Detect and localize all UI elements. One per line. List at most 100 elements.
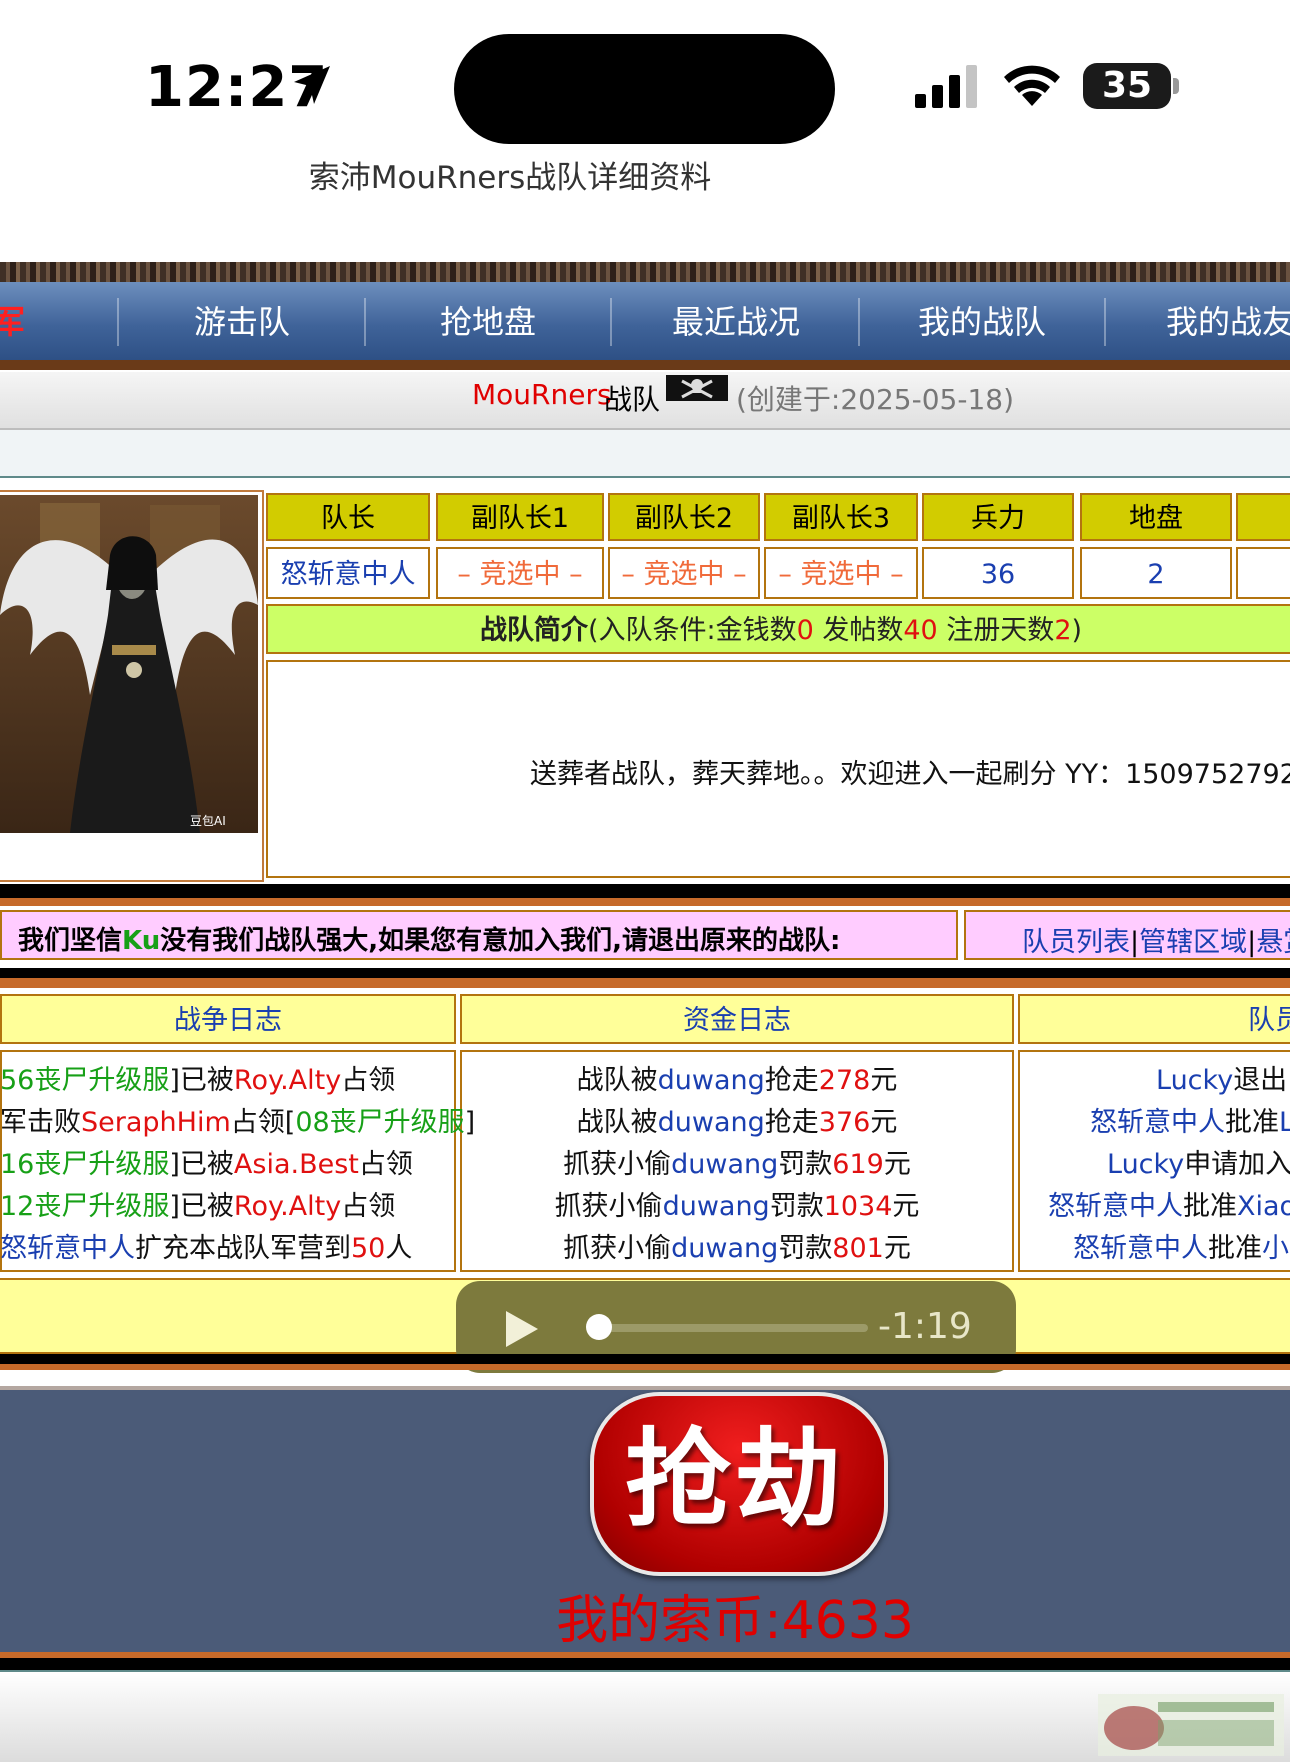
war-log-header[interactable]: 战争日志 [0,994,456,1044]
log-territory-link[interactable]: 12丧尸升级服 [0,1191,169,1222]
intro-posts: 40 [903,615,938,646]
link-bounty[interactable]: 悬赏 [1256,927,1290,958]
recruit-prefix: 我们坚信 [18,926,123,956]
log-text: 罚款 [769,1191,824,1222]
log-text: 罚款 [778,1233,833,1264]
nav-item-my-comrades[interactable]: 我的战友 [1108,282,1290,362]
log-text: 占领 [341,1065,396,1096]
log-territory-link[interactable]: 08丧尸升级服 [295,1107,464,1138]
log-territory-link[interactable]: 56丧尸升级服 [0,1065,169,1096]
log-user-link[interactable]: duwang [658,1107,765,1138]
fund-log-line: 抓获小偷duwang罚款619元 [460,1142,1014,1181]
audio-scrubber[interactable] [592,1324,868,1332]
battery-nub [1173,78,1179,94]
fund-log-line: 抓获小偷duwang罚款1034元 [460,1184,1014,1223]
log-user-link[interactable]: Lucky [1107,1149,1184,1180]
team-word: 战队 [604,383,661,416]
log-text: 批准 [1208,1233,1262,1264]
log-user-link[interactable]: duwang [658,1065,765,1096]
intro-posts-label: 发帖数 [813,615,904,646]
intro-label: 战队简介 [479,615,588,646]
team-created-date: (创建于:2025-05-18) [736,383,1015,416]
vice-captain-3-status: – 竞选中 – [764,547,918,599]
log-text: 军击败 [0,1107,81,1138]
log-text: 人 [385,1233,413,1264]
nav-separator [1104,298,1106,346]
log-text: ]已被 [169,1065,234,1096]
member-log-header[interactable]: 队员 [1018,994,1290,1044]
divider [0,884,1290,898]
log-user-link[interactable]: L [1279,1107,1290,1138]
play-icon[interactable] [502,1308,542,1350]
log-text: 元 [870,1107,898,1138]
header-troops: 兵力 [922,493,1074,541]
link-separator: | [1247,927,1257,958]
nav-item-my-team[interactable]: 我的战队 [862,282,1102,362]
divider [0,898,1290,906]
log-user-link[interactable]: Asia.Best [234,1149,359,1180]
log-text: 占领 [358,1149,413,1180]
intro-cond-suffix: ) [1071,615,1083,646]
log-user-link[interactable]: Lucky [1156,1065,1233,1096]
link-member-list[interactable]: 队员列表 [1022,927,1130,958]
header-vice-captain-1: 副队长1 [436,493,604,541]
divider [0,1364,1290,1370]
log-user-link[interactable]: Xiao [1237,1191,1290,1222]
svg-text:豆包AI: 豆包AI [190,814,226,828]
war-log-line: 军击败SeraphHim占领[08丧尸升级服] [0,1100,475,1139]
war-log-line: 怒斩意中人扩充本战队军营到50人 [0,1226,412,1265]
battery-level: 35 [1101,65,1153,106]
member-log-line: 怒斩意中人批准L [1090,1100,1290,1139]
recruit-suffix: 没有我们战队强大,如果您有意加入我们,请退出原来的战队: [160,926,841,956]
log-user-link[interactable]: 小 [1262,1233,1289,1264]
captain-name-link[interactable]: 怒斩意中人 [266,547,430,599]
nav-item-recent-battles[interactable]: 最近战况 [614,282,858,362]
rob-button-label[interactable]: 抢劫 [590,1400,880,1560]
intro-cond-prefix: (入队条件:金钱数 [587,615,797,646]
my-coins: 我的索币:4633 [556,1591,914,1651]
log-text: 批准 [1225,1107,1279,1138]
log-text: 战队被 [576,1065,658,1096]
spacer-strip [0,430,1290,478]
nav-item-guerrilla[interactable]: 游击队 [122,282,362,362]
log-amount: 801 [832,1233,884,1264]
fund-log-header[interactable]: 资金日志 [460,994,1014,1044]
team-avatar-angel-image: 豆包AI [0,495,258,833]
wifi-icon [1004,65,1060,106]
divider [0,1658,1290,1670]
log-user-link[interactable]: 怒斩意中人 [1073,1233,1208,1264]
link-separator: | [1130,927,1140,958]
team-name: MouRners [472,378,612,411]
status-bar: 12:27 35 [0,0,1290,150]
log-user-link[interactable]: 怒斩意中人 [0,1233,135,1264]
audio-scrubber-knob[interactable] [586,1314,612,1340]
link-jurisdiction[interactable]: 管辖区域 [1139,927,1247,958]
location-arrow-icon [294,66,330,104]
log-user-link[interactable]: Roy.Alty [234,1191,341,1222]
intro-header: 战队简介(入队条件:金钱数0 发帖数40 注册天数2) [266,604,1290,654]
audio-time-remaining: -1:19 [878,1306,972,1347]
log-text: 元 [870,1065,898,1096]
member-log-line: 怒斩意中人批准Xiao [1048,1184,1290,1223]
footer [0,1670,1290,1762]
log-text: 抓获小偷 [563,1149,672,1180]
log-text: 战队被 [576,1107,658,1138]
log-number: 50 [351,1233,386,1264]
nav-item-champion[interactable]: 冠军 [0,282,46,362]
log-territory-link[interactable]: 16丧尸升级服 [0,1149,169,1180]
nav-item-grab-territory[interactable]: 抢地盘 [368,282,608,362]
log-user-link[interactable]: duwang [671,1233,778,1264]
log-text: 扩充本战队军营到 [135,1233,351,1264]
nav-separator [364,298,366,346]
log-user-link[interactable]: Roy.Alty [234,1065,341,1096]
log-user-link[interactable]: 怒斩意中人 [1048,1191,1183,1222]
log-user-link[interactable]: 怒斩意中人 [1090,1107,1225,1138]
log-user-link[interactable]: SeraphHim [81,1107,231,1138]
nav-texture [0,262,1290,282]
page-title: 索沛MouRners战队详细资料 [308,160,712,196]
log-user-link[interactable]: duwang [663,1191,770,1222]
intro-days: 2 [1054,615,1072,646]
log-user-link[interactable]: duwang [671,1149,778,1180]
vice-captain-1-status: – 竞选中 – [436,547,604,599]
fund-log-line: 战队被duwang抢走278元 [460,1058,1014,1097]
